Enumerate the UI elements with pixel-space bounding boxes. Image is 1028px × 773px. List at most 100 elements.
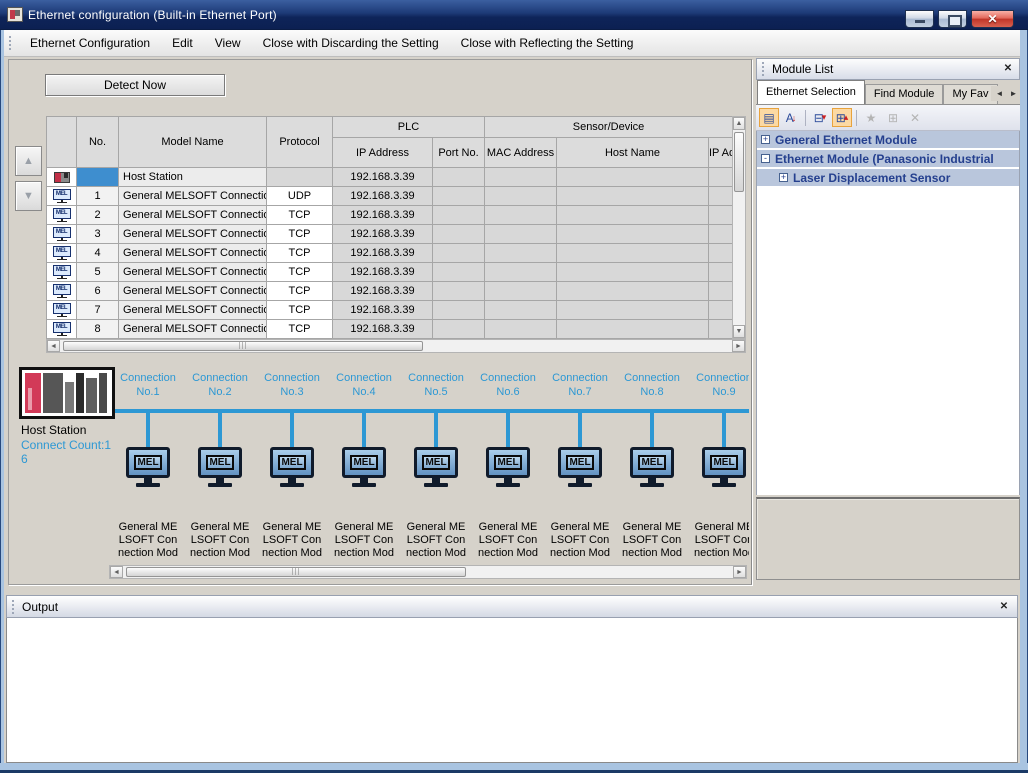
model-name-cell[interactable]: General MELSOFT Connection <box>119 225 267 244</box>
mel-monitor-icon[interactable]: MEL <box>486 447 530 487</box>
no-cell[interactable]: 6 <box>77 282 119 301</box>
collapse-all-icon[interactable]: ⊟▾ <box>810 108 830 127</box>
model-name-cell[interactable]: General MELSOFT Connection <box>119 263 267 282</box>
mac-address-cell[interactable] <box>485 263 557 282</box>
port-no-cell[interactable] <box>433 187 485 206</box>
protocol-cell[interactable]: TCP <box>267 320 333 339</box>
ip-address2-cell[interactable] <box>709 206 733 225</box>
no-cell[interactable]: 8 <box>77 320 119 339</box>
module-tree-item[interactable]: + General Ethernet Module <box>757 131 1019 150</box>
tree-toggle-icon[interactable]: - <box>761 154 770 163</box>
model-name-cell[interactable]: General MELSOFT Connection <box>119 320 267 339</box>
mel-monitor-icon[interactable]: MEL <box>630 447 674 487</box>
mel-monitor-icon[interactable]: MEL <box>342 447 386 487</box>
table-row[interactable]: MEL 8 General MELSOFT Connection TCP 192… <box>47 320 733 339</box>
tab-my-fav[interactable]: My Fav <box>943 84 997 104</box>
protocol-cell[interactable]: TCP <box>267 263 333 282</box>
protocol-cell[interactable]: TCP <box>267 225 333 244</box>
maximize-button[interactable] <box>938 10 967 28</box>
menu-item[interactable]: View <box>204 33 252 54</box>
mac-address-cell[interactable] <box>485 206 557 225</box>
mac-address-cell[interactable] <box>485 301 557 320</box>
host-name-cell[interactable] <box>557 168 709 187</box>
display-order-icon[interactable]: ▤ <box>759 108 779 127</box>
scroll-down-icon[interactable]: ▼ <box>733 325 745 338</box>
protocol-cell[interactable]: TCP <box>267 301 333 320</box>
port-no-cell[interactable] <box>433 320 485 339</box>
protocol-cell[interactable]: TCP <box>267 206 333 225</box>
module-list-close-icon[interactable]: ✕ <box>1001 62 1015 76</box>
model-name-cell[interactable]: Host Station <box>119 168 267 187</box>
sort-az-icon[interactable]: A↓ <box>781 108 801 127</box>
mac-address-cell[interactable] <box>485 187 557 206</box>
scroll-left-icon[interactable]: ◄ <box>47 340 60 352</box>
host-name-cell[interactable] <box>557 244 709 263</box>
ip-address-cell[interactable]: 192.168.3.39 <box>333 168 433 187</box>
menu-item[interactable]: Close with Reflecting the Setting <box>450 33 645 54</box>
model-name-cell[interactable]: General MELSOFT Connection <box>119 301 267 320</box>
host-name-cell[interactable] <box>557 263 709 282</box>
tab-scroll-right-icon[interactable]: ► <box>1007 86 1020 101</box>
ip-address-cell[interactable]: 192.168.3.39 <box>333 244 433 263</box>
module-tree-item[interactable]: + Laser Displacement Sensor <box>757 169 1019 188</box>
scroll-right-icon[interactable]: ► <box>733 566 746 578</box>
table-horizontal-scrollbar[interactable]: ◄ ||| ► <box>46 339 746 353</box>
ip-address2-cell[interactable] <box>709 320 733 339</box>
ip-address2-cell[interactable] <box>709 187 733 206</box>
tree-toggle-icon[interactable]: + <box>779 173 788 182</box>
model-name-cell[interactable]: General MELSOFT Connection <box>119 206 267 225</box>
ip-address-cell[interactable]: 192.168.3.39 <box>333 225 433 244</box>
port-no-cell[interactable] <box>433 206 485 225</box>
port-no-cell[interactable] <box>433 282 485 301</box>
table-row[interactable]: MEL 4 General MELSOFT Connection TCP 192… <box>47 244 733 263</box>
add-favorite-icon[interactable]: ⊞ <box>883 108 903 127</box>
ip-address-cell[interactable]: 192.168.3.39 <box>333 301 433 320</box>
delete-icon[interactable]: ✕ <box>905 108 925 127</box>
host-name-cell[interactable] <box>557 282 709 301</box>
table-vertical-scrollbar[interactable]: ▲ ▼ <box>732 116 746 339</box>
expand-all-icon[interactable]: ⊞▴ <box>832 108 852 127</box>
scroll-left-icon[interactable]: ◄ <box>110 566 123 578</box>
host-name-cell[interactable] <box>557 301 709 320</box>
diagram-hscroll-thumb[interactable]: ||| <box>126 567 466 577</box>
protocol-cell[interactable]: TCP <box>267 282 333 301</box>
minimize-button[interactable] <box>905 10 934 28</box>
port-no-cell[interactable] <box>433 301 485 320</box>
host-name-cell[interactable] <box>557 206 709 225</box>
module-tree-item[interactable]: - Ethernet Module (Panasonic Industrial <box>757 150 1019 169</box>
mel-monitor-icon[interactable]: MEL <box>126 447 170 487</box>
no-cell[interactable]: 1 <box>77 187 119 206</box>
ip-address2-cell[interactable] <box>709 225 733 244</box>
ip-address2-cell[interactable] <box>709 263 733 282</box>
table-row[interactable]: MEL 3 General MELSOFT Connection TCP 192… <box>47 225 733 244</box>
table-row[interactable]: MEL 7 General MELSOFT Connection TCP 192… <box>47 301 733 320</box>
ip-address-cell[interactable]: 192.168.3.39 <box>333 282 433 301</box>
no-cell[interactable] <box>77 168 119 187</box>
menu-item[interactable]: Close with Discarding the Setting <box>252 33 450 54</box>
ip-address-cell[interactable]: 192.168.3.39 <box>333 206 433 225</box>
model-name-cell[interactable]: General MELSOFT Connection <box>119 244 267 263</box>
ip-address-cell[interactable]: 192.168.3.39 <box>333 320 433 339</box>
mel-monitor-icon[interactable]: MEL <box>558 447 602 487</box>
mac-address-cell[interactable] <box>485 282 557 301</box>
ip-address2-cell[interactable] <box>709 301 733 320</box>
mel-monitor-icon[interactable]: MEL <box>702 447 746 487</box>
tab-find-module[interactable]: Find Module <box>865 84 944 104</box>
mac-address-cell[interactable] <box>485 225 557 244</box>
ip-address2-cell[interactable] <box>709 168 733 187</box>
mac-address-cell[interactable] <box>485 320 557 339</box>
mel-monitor-icon[interactable]: MEL <box>198 447 242 487</box>
mac-address-cell[interactable] <box>485 244 557 263</box>
menu-item[interactable]: Edit <box>161 33 204 54</box>
table-vscroll-thumb[interactable] <box>734 132 744 192</box>
diagram-horizontal-scrollbar[interactable]: ◄ ||| ► <box>109 565 747 579</box>
close-button[interactable] <box>971 10 1014 28</box>
port-no-cell[interactable] <box>433 225 485 244</box>
ip-address2-cell[interactable] <box>709 244 733 263</box>
table-row[interactable]: MEL 2 General MELSOFT Connection TCP 192… <box>47 206 733 225</box>
table-row[interactable]: MEL 5 General MELSOFT Connection TCP 192… <box>47 263 733 282</box>
scroll-right-icon[interactable]: ► <box>732 340 745 352</box>
no-cell[interactable]: 5 <box>77 263 119 282</box>
no-cell[interactable]: 3 <box>77 225 119 244</box>
scroll-up-icon[interactable]: ▲ <box>733 117 745 130</box>
